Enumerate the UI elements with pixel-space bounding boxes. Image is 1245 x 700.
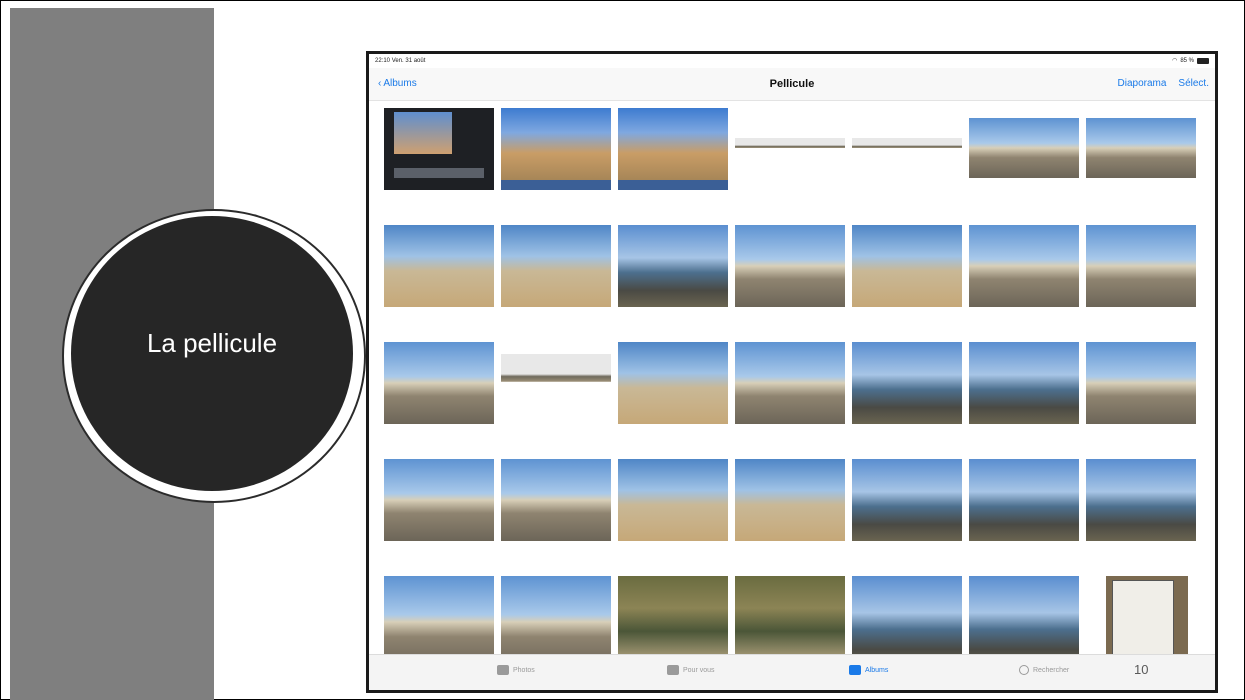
slide-title: La pellicule <box>146 328 278 358</box>
photo-thumbnail-panorama[interactable] <box>501 354 611 404</box>
photo-thumbnail-beach[interactable] <box>618 342 728 424</box>
slideshow-button[interactable]: Diaporama <box>1118 78 1167 89</box>
tab-search[interactable]: Rechercher <box>1019 665 1069 675</box>
photo-thumbnail-harbor[interactable] <box>852 342 962 424</box>
photo-thumbnail-rampart-walk[interactable] <box>1086 342 1196 424</box>
title-circle: La pellicule <box>71 216 353 491</box>
ipad-screenshot: 22:10 Ven. 31 août ◠ 85 % ‹ Albums Pelli… <box>366 51 1218 693</box>
photo-thumbnail-beach[interactable] <box>501 225 611 307</box>
tab-bar: Photos Pour vous Albums Rechercher <box>369 654 1215 690</box>
photo-thumbnail-rampart-walk[interactable] <box>384 342 494 424</box>
tab-for-you[interactable]: Pour vous <box>667 665 715 675</box>
nav-title: Pellicule <box>769 78 815 90</box>
tab-photos[interactable]: Photos <box>497 665 535 675</box>
search-icon <box>1019 665 1029 675</box>
photo-thumbnail-home-screen[interactable] <box>501 108 611 190</box>
photos-icon <box>497 665 509 675</box>
photo-thumbnail-rampart-beach[interactable] <box>969 118 1079 178</box>
photo-grid <box>369 101 1215 676</box>
photo-thumbnail-rampart[interactable] <box>969 225 1079 307</box>
photo-thumbnail-harbor[interactable] <box>969 459 1079 541</box>
battery-label: 85 % <box>1180 57 1194 64</box>
photo-thumbnail-screen-recording[interactable] <box>384 108 494 190</box>
for-you-icon <box>667 665 679 675</box>
thumbnail-dock <box>501 180 611 190</box>
photo-thumbnail-harbor[interactable] <box>969 342 1079 424</box>
photo-thumbnail-rampart[interactable] <box>1086 225 1196 307</box>
thumbnail-dock <box>618 180 728 190</box>
select-button[interactable]: Sélect. <box>1178 78 1209 89</box>
photo-thumbnail-home-screen[interactable] <box>618 108 728 190</box>
thumbnail-timeline <box>394 168 484 178</box>
photo-thumbnail-harbor[interactable] <box>852 459 962 541</box>
battery-icon <box>1197 57 1209 64</box>
wifi-icon: ◠ <box>1172 58 1178 64</box>
photo-thumbnail-panorama[interactable] <box>735 138 845 156</box>
photo-thumbnail-harbor[interactable] <box>618 225 728 307</box>
photo-thumbnail-panorama[interactable] <box>852 138 962 156</box>
photo-thumbnail-rampart[interactable] <box>735 342 845 424</box>
photo-thumbnail-beach[interactable] <box>852 225 962 307</box>
page-number: 10 <box>1134 662 1149 677</box>
photo-thumbnail-beach[interactable] <box>618 459 728 541</box>
status-time: 22:10 <box>375 58 391 64</box>
photo-thumbnail-rampart[interactable] <box>735 225 845 307</box>
tab-albums[interactable]: Albums <box>849 665 888 675</box>
albums-icon <box>849 665 861 675</box>
photo-thumbnail-beach[interactable] <box>735 459 845 541</box>
photo-thumbnail-rampart-beach[interactable] <box>1086 118 1196 178</box>
photo-thumbnail-rampart-walk[interactable] <box>501 459 611 541</box>
photo-thumbnail-rampart-walk[interactable] <box>384 459 494 541</box>
status-date: Ven. 31 août <box>391 58 426 64</box>
nav-bar: ‹ Albums Pellicule Diaporama Sélect. <box>369 68 1215 101</box>
thumbnail-preview <box>394 112 452 154</box>
photo-thumbnail-beach[interactable] <box>384 225 494 307</box>
status-bar: 22:10 Ven. 31 août ◠ 85 % <box>369 54 1215 68</box>
photo-thumbnail-harbor[interactable] <box>1086 459 1196 541</box>
